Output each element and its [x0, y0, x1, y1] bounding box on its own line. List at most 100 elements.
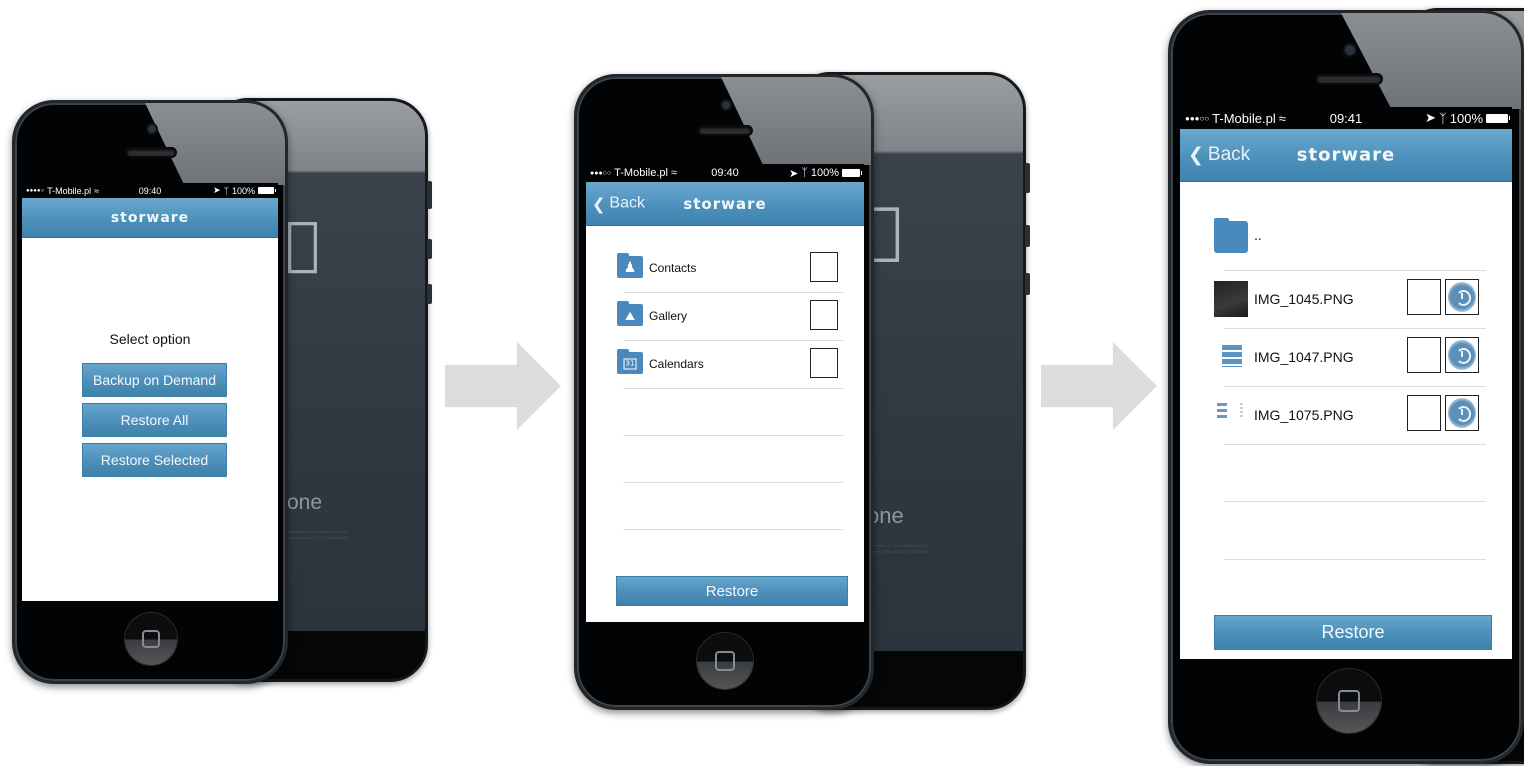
nav-bar: ❮ Back storware: [1180, 129, 1512, 182]
restore-selected-button[interactable]: Restore Selected: [82, 443, 227, 477]
divider: [623, 482, 843, 483]
front-camera-icon: [148, 125, 156, 133]
file-name: IMG_1045.PNG: [1254, 291, 1354, 307]
front-camera-icon: [1345, 45, 1355, 55]
screen-2: ●●●○○ T-Mobile.pl ≈ 09:40 ➤ ᛉ 100% ❮ Back sto…: [586, 164, 864, 622]
location-icon: ➤: [213, 185, 221, 195]
gallery-label: Gallery: [649, 309, 688, 323]
battery-icon: [258, 187, 276, 194]
back-button[interactable]: ❮ Back: [1188, 144, 1250, 166]
parent-folder-icon[interactable]: [1214, 218, 1248, 253]
divider: [1224, 386, 1486, 387]
glass-glare: [1341, 13, 1521, 109]
status-bar: ●●●○○ T-Mobile.pl ≈ 09:41 ➤ ᛉ 100%: [1180, 107, 1512, 129]
phone-3-front: ●●●○○ T-Mobile.pl ≈ 09:41 ➤ ᛉ 100% ❮ Back sto…: [1168, 10, 1524, 764]
contacts-folder-icon: ♟: [617, 253, 643, 278]
location-icon: ➤: [1425, 110, 1436, 125]
list-screenshot-thumbnail: [1217, 403, 1227, 419]
file-checkbox[interactable]: [1407, 337, 1441, 373]
back-button[interactable]: ❮ Back: [592, 194, 645, 213]
battery-icon: [1486, 113, 1510, 123]
battery-percent: 100%: [231, 185, 255, 196]
apple-logo-icon: : [285, 209, 320, 277]
select-option-heading: Select option: [109, 331, 191, 347]
right-arrow-icon: [1041, 342, 1157, 430]
home-button[interactable]: [1317, 669, 1381, 733]
calendar-folder-icon: 31: [617, 349, 643, 374]
divider: [623, 435, 843, 436]
restore-history-icon[interactable]: [1445, 279, 1479, 315]
screen-3: ●●●○○ T-Mobile.pl ≈ 09:41 ➤ ᛉ 100% ❮ Back sto…: [1180, 107, 1512, 659]
divider: [1224, 501, 1486, 502]
wifi-icon: ≈: [1278, 110, 1286, 126]
calendars-label: Calendars: [649, 357, 704, 371]
bluetooth-icon: ᛉ: [1438, 110, 1447, 126]
backup-on-demand-button[interactable]: Backup on Demand: [82, 363, 227, 397]
signal-icon: ●●●○○: [1185, 113, 1210, 123]
right-arrow-icon: [445, 342, 561, 430]
divider: [623, 388, 843, 389]
restore-history-icon[interactable]: [1445, 337, 1479, 373]
restore-button[interactable]: Restore: [616, 576, 848, 606]
phone-1-front: ●●●●○ T-Mobile.pl ≈ 09:40 ➤ ᛉ 100% storware …: [12, 100, 288, 684]
file-checkbox[interactable]: [1407, 395, 1441, 431]
glass-glare: [145, 103, 285, 185]
glass-glare: [721, 77, 871, 165]
file-name: IMG_1075.PNG: [1254, 407, 1354, 423]
bluetooth-icon: ᛉ: [801, 167, 808, 179]
parent-folder-label[interactable]: ..: [1254, 227, 1262, 243]
battery-icon: [842, 169, 862, 177]
divider: [623, 529, 843, 530]
screen-1: ●●●●○ T-Mobile.pl ≈ 09:40 ➤ ᛉ 100% storware …: [22, 183, 278, 601]
status-time: 09:40: [711, 167, 739, 179]
nav-bar: ❮ Back storware: [586, 182, 864, 226]
home-button[interactable]: [125, 613, 177, 665]
signal-icon: ●●●●○: [26, 187, 45, 194]
carrier-label: T-Mobile.pl: [47, 185, 92, 196]
side-button: [1025, 273, 1030, 295]
speaker-grill: [699, 127, 751, 134]
side-button: [427, 181, 432, 209]
blue-buttons-screenshot-thumbnail: [1222, 345, 1242, 367]
divider: [1224, 444, 1486, 445]
status-bar: ●●●○○ T-Mobile.pl ≈ 09:40 ➤ ᛉ 100%: [586, 164, 864, 182]
side-button: [427, 239, 432, 259]
wifi-icon: ≈: [94, 185, 100, 196]
nav-bar: storware: [22, 198, 278, 238]
file-name: IMG_1047.PNG: [1254, 349, 1354, 365]
storware-logo: storware: [683, 194, 767, 213]
divider: [623, 292, 843, 293]
device-fine-print: Assembled in China Model A1428 License: I…: [867, 543, 929, 554]
home-button[interactable]: [697, 633, 753, 689]
bluetooth-icon: ᛉ: [223, 185, 229, 196]
side-button: [427, 284, 432, 304]
contacts-checkbox[interactable]: [810, 252, 838, 282]
divider: [1224, 270, 1486, 271]
list-screenshot-thumbnail-detail: [1240, 403, 1243, 419]
status-time: 09:41: [1329, 110, 1363, 126]
gallery-checkbox[interactable]: [810, 300, 838, 330]
gallery-folder-icon: ⛰: [617, 301, 643, 326]
dark-screenshot-thumbnail: [1214, 281, 1248, 317]
divider: [623, 340, 843, 341]
back-label: Back: [609, 194, 645, 212]
chevron-left-icon: ❮: [1188, 144, 1204, 166]
storware-logo: storware: [110, 209, 190, 226]
divider: [1224, 559, 1486, 560]
battery-percent: 100%: [1449, 110, 1483, 126]
restore-history-icon[interactable]: [1445, 395, 1479, 431]
side-button: [1025, 225, 1030, 247]
contacts-label: Contacts: [649, 261, 697, 275]
restore-all-button[interactable]: Restore All: [82, 403, 227, 437]
status-time: 09:40: [138, 185, 162, 196]
front-camera-icon: [722, 101, 730, 109]
side-button: [1025, 163, 1030, 193]
divider: [1224, 328, 1486, 329]
file-checkbox[interactable]: [1407, 279, 1441, 315]
speaker-grill: [127, 149, 175, 156]
location-icon: ➤: [789, 167, 799, 180]
calendars-checkbox[interactable]: [810, 348, 838, 378]
wifi-icon: ≈: [670, 167, 677, 179]
restore-button[interactable]: Restore: [1214, 615, 1492, 650]
speaker-grill: [1317, 75, 1381, 83]
